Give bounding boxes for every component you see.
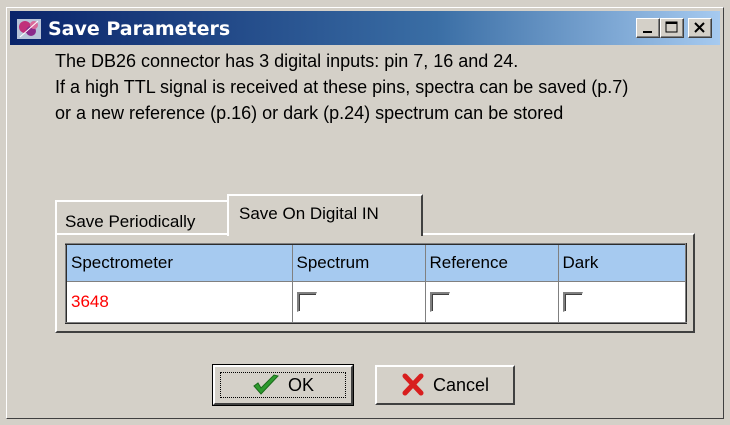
- save-parameters-window: Save Parameters The DB26 connector has 3…: [6, 7, 724, 419]
- maximize-button[interactable]: [660, 18, 684, 38]
- window-title: Save Parameters: [48, 18, 231, 40]
- maximize-icon: [665, 21, 678, 33]
- tab-save-periodically[interactable]: Save Periodically: [55, 200, 229, 234]
- spectrum-checkbox[interactable]: [296, 292, 317, 312]
- title-bar[interactable]: Save Parameters: [10, 11, 720, 45]
- ok-label: OK: [287, 374, 314, 395]
- minimize-button[interactable]: [636, 18, 660, 38]
- checkmark-icon: [253, 374, 279, 395]
- digital-in-grid: Spectrometer Spectrum Reference Dark 364…: [65, 243, 687, 324]
- spectrometer-cell: 3648: [66, 281, 293, 323]
- info-line-3: or a new reference (p.16) or dark (p.24)…: [55, 103, 564, 123]
- cancel-button[interactable]: Cancel: [375, 365, 515, 405]
- cancel-label: Cancel: [432, 374, 490, 395]
- dark-cell: [558, 281, 687, 323]
- dark-checkbox[interactable]: [562, 292, 583, 312]
- column-header-spectrum: Spectrum: [292, 244, 426, 282]
- table-row: 3648: [66, 281, 687, 323]
- minimize-icon: [643, 31, 652, 33]
- column-header-reference: Reference: [425, 244, 559, 282]
- close-button[interactable]: [688, 18, 712, 38]
- info-text: The DB26 connector has 3 digital inputs:…: [55, 48, 725, 126]
- grid-header-row: Spectrometer Spectrum Reference Dark: [66, 244, 687, 282]
- column-header-spectrometer: Spectrometer: [66, 244, 293, 282]
- column-header-dark: Dark: [558, 244, 687, 282]
- tab-panel: Spectrometer Spectrum Reference Dark 364…: [55, 233, 695, 333]
- close-icon: [694, 22, 705, 33]
- spectrum-cell: [292, 281, 426, 323]
- app-icon: [17, 19, 41, 39]
- info-line-1: The DB26 connector has 3 digital inputs:…: [55, 51, 519, 71]
- reference-checkbox[interactable]: [429, 292, 450, 312]
- x-icon: [402, 373, 424, 396]
- tab-save-on-digital-in[interactable]: Save On Digital IN: [227, 194, 423, 236]
- ok-button[interactable]: OK: [212, 364, 354, 406]
- info-line-2: If a high TTL signal is received at thes…: [55, 77, 629, 97]
- reference-cell: [425, 281, 559, 323]
